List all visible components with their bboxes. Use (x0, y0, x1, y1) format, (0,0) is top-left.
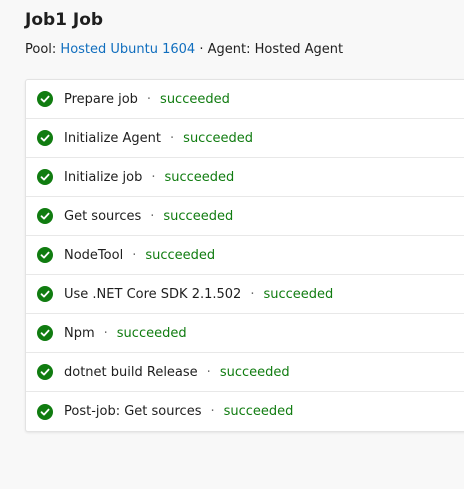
step-separator: · (170, 130, 175, 146)
step-row[interactable]: Initialize Agent · succeeded (26, 119, 464, 158)
steps-list: Prepare job · succeeded Initialize Agent… (25, 79, 464, 432)
check-circle-icon (37, 364, 53, 380)
step-row[interactable]: dotnet build Release · succeeded (26, 353, 464, 392)
step-status: succeeded (160, 91, 230, 107)
step-name: dotnet build Release (64, 364, 198, 380)
page-title: Job1 Job (25, 10, 104, 30)
step-separator: · (150, 208, 155, 224)
step-name: Post-job: Get sources (64, 404, 202, 419)
step-row[interactable]: Prepare job · succeeded (26, 80, 464, 119)
step-status: succeeded (164, 169, 235, 185)
step-separator: · (250, 286, 255, 302)
check-circle-icon (37, 403, 53, 420)
step-status: succeeded (263, 286, 334, 302)
step-status: succeeded (219, 364, 290, 380)
step-name: Get sources (64, 208, 142, 224)
check-circle-icon (37, 208, 53, 224)
pool-link[interactable]: Hosted Ubuntu 1604 (60, 42, 195, 57)
step-row[interactable]: NodeTool · succeeded (26, 236, 464, 275)
step-name: Prepare job (64, 91, 138, 107)
job-meta: Pool: Hosted Ubuntu 1604 · Agent: Hosted… (25, 41, 343, 58)
check-circle-icon (37, 325, 53, 341)
job-header: Job1 Job Pool: Hosted Ubuntu 1604 · Agen… (25, 9, 343, 58)
step-separator: · (206, 364, 211, 380)
step-row[interactable]: Initialize job · succeeded (26, 158, 464, 197)
check-circle-icon (37, 286, 53, 302)
step-separator: · (210, 404, 215, 419)
check-circle-icon (37, 130, 53, 146)
step-row[interactable]: Use .NET Core SDK 2.1.502 · succeeded (26, 275, 464, 314)
step-separator: · (146, 91, 152, 107)
step-status: succeeded (163, 208, 234, 224)
check-circle-icon (37, 169, 53, 185)
step-row[interactable]: Npm · succeeded (26, 314, 464, 353)
step-name: NodeTool (64, 247, 124, 263)
agent-value: Hosted Agent (254, 42, 344, 57)
step-status: succeeded (145, 247, 216, 263)
step-name: Use .NET Core SDK 2.1.502 (64, 286, 242, 302)
step-separator: · (132, 247, 137, 263)
agent-label: Agent: (207, 42, 251, 57)
step-status: succeeded (116, 325, 187, 341)
step-row[interactable]: Get sources · succeeded (26, 197, 464, 236)
pool-label: Pool: (25, 42, 57, 57)
step-row[interactable]: Post-job: Get sources · succeeded (26, 392, 464, 431)
step-separator: · (151, 169, 156, 185)
check-circle-icon (37, 91, 53, 107)
step-status: succeeded (183, 130, 253, 146)
step-separator: · (103, 325, 108, 341)
step-name: Initialize Agent (64, 130, 162, 146)
step-name: Npm (64, 325, 95, 341)
meta-separator: · (199, 42, 204, 57)
step-name: Initialize job (64, 169, 143, 185)
check-circle-icon (37, 247, 53, 263)
step-status: succeeded (223, 404, 294, 419)
